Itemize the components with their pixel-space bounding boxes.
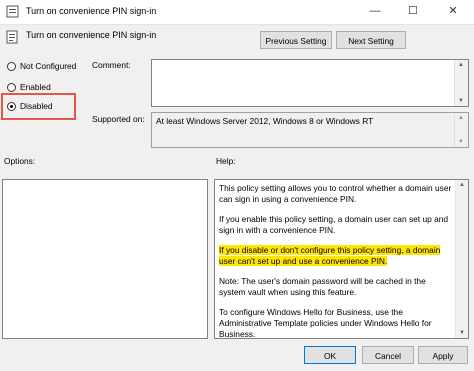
- ok-button[interactable]: OK: [304, 346, 356, 364]
- help-scrollbar[interactable]: ▲ ▼: [455, 180, 468, 338]
- policy-document-icon: [6, 30, 18, 44]
- previous-setting-button[interactable]: Previous Setting: [260, 31, 332, 49]
- radio-circle[interactable]: [7, 83, 16, 92]
- maximize-button[interactable]: ☐: [396, 0, 430, 24]
- help-pane: This policy setting allows you to contro…: [214, 179, 469, 339]
- help-paragraph: If you enable this policy setting, a dom…: [219, 214, 449, 235]
- scroll-down-icon[interactable]: ▼: [458, 98, 464, 104]
- radio-label: Not Configured: [20, 61, 77, 71]
- scroll-up-icon[interactable]: ▲: [459, 182, 465, 188]
- supported-on-field: At least Windows Server 2012, Windows 8 …: [151, 112, 469, 148]
- options-pane: [2, 179, 208, 339]
- policy-name: Turn on convenience PIN sign-in: [26, 30, 157, 40]
- comment-textarea[interactable]: ▲ ▼: [151, 59, 469, 107]
- disabled-highlight-box: [1, 93, 76, 120]
- title-bar: Turn on convenience PIN sign-in — ☐ ✕: [0, 0, 474, 25]
- scroll-up-icon[interactable]: ▲: [458, 62, 464, 68]
- scroll-down-icon: ▼: [458, 139, 464, 145]
- scroll-down-icon[interactable]: ▼: [459, 330, 465, 336]
- radio-circle[interactable]: [7, 62, 16, 71]
- radio-label: Enabled: [20, 82, 51, 92]
- supported-on-value: At least Windows Server 2012, Windows 8 …: [156, 116, 374, 126]
- supported-scrollbar: ▲ ▼: [454, 113, 468, 147]
- comment-label: Comment:: [92, 60, 131, 70]
- apply-button[interactable]: Apply: [418, 346, 468, 364]
- policy-app-icon: [6, 5, 19, 18]
- help-paragraph: This policy setting allows you to contro…: [219, 183, 452, 204]
- comment-scrollbar[interactable]: ▲ ▼: [454, 60, 468, 106]
- next-setting-button[interactable]: Next Setting: [336, 31, 406, 49]
- options-label: Options:: [4, 156, 36, 166]
- help-paragraph: Note: The user's domain password will be…: [219, 276, 426, 297]
- window-title: Turn on convenience PIN sign-in: [26, 6, 157, 16]
- help-highlight: If you disable or don't configure this p…: [219, 245, 441, 266]
- help-paragraph: To configure Windows Hello for Business,…: [219, 307, 432, 339]
- close-button[interactable]: ✕: [436, 0, 470, 24]
- supported-on-label: Supported on:: [92, 114, 145, 124]
- cancel-button[interactable]: Cancel: [362, 346, 414, 364]
- help-paragraph-highlighted: If you disable or don't configure this p…: [219, 245, 464, 267]
- help-label: Help:: [216, 156, 236, 166]
- minimize-button[interactable]: —: [358, 0, 392, 24]
- scroll-up-icon: ▲: [458, 115, 464, 121]
